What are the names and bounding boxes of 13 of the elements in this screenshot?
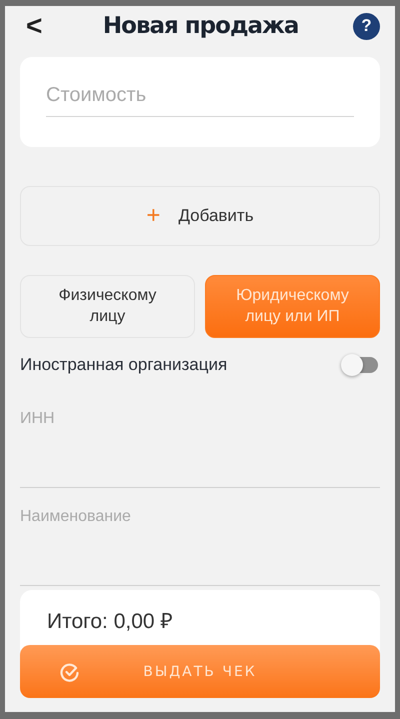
text-field[interactable]: Наименование (20, 498, 380, 586)
help-button[interactable]: ? (352, 12, 380, 40)
total-amount: Итого: 0,00 ₽ (47, 610, 172, 633)
add-button[interactable]: + Добавить (20, 186, 380, 246)
text-field[interactable]: ИНН (20, 400, 380, 488)
foreign-org-switch[interactable] (344, 357, 378, 373)
back-button[interactable]: < (20, 12, 48, 40)
price-card[interactable]: Стоимость (20, 57, 380, 147)
buyer-type-button[interactable]: Физическому лицу (20, 275, 195, 338)
page-title: Новая продажа (102, 13, 298, 39)
foreign-org-label: Иностранная организация (20, 355, 228, 375)
check-circle-icon (60, 662, 80, 682)
price-field[interactable]: Стоимость (46, 75, 354, 117)
